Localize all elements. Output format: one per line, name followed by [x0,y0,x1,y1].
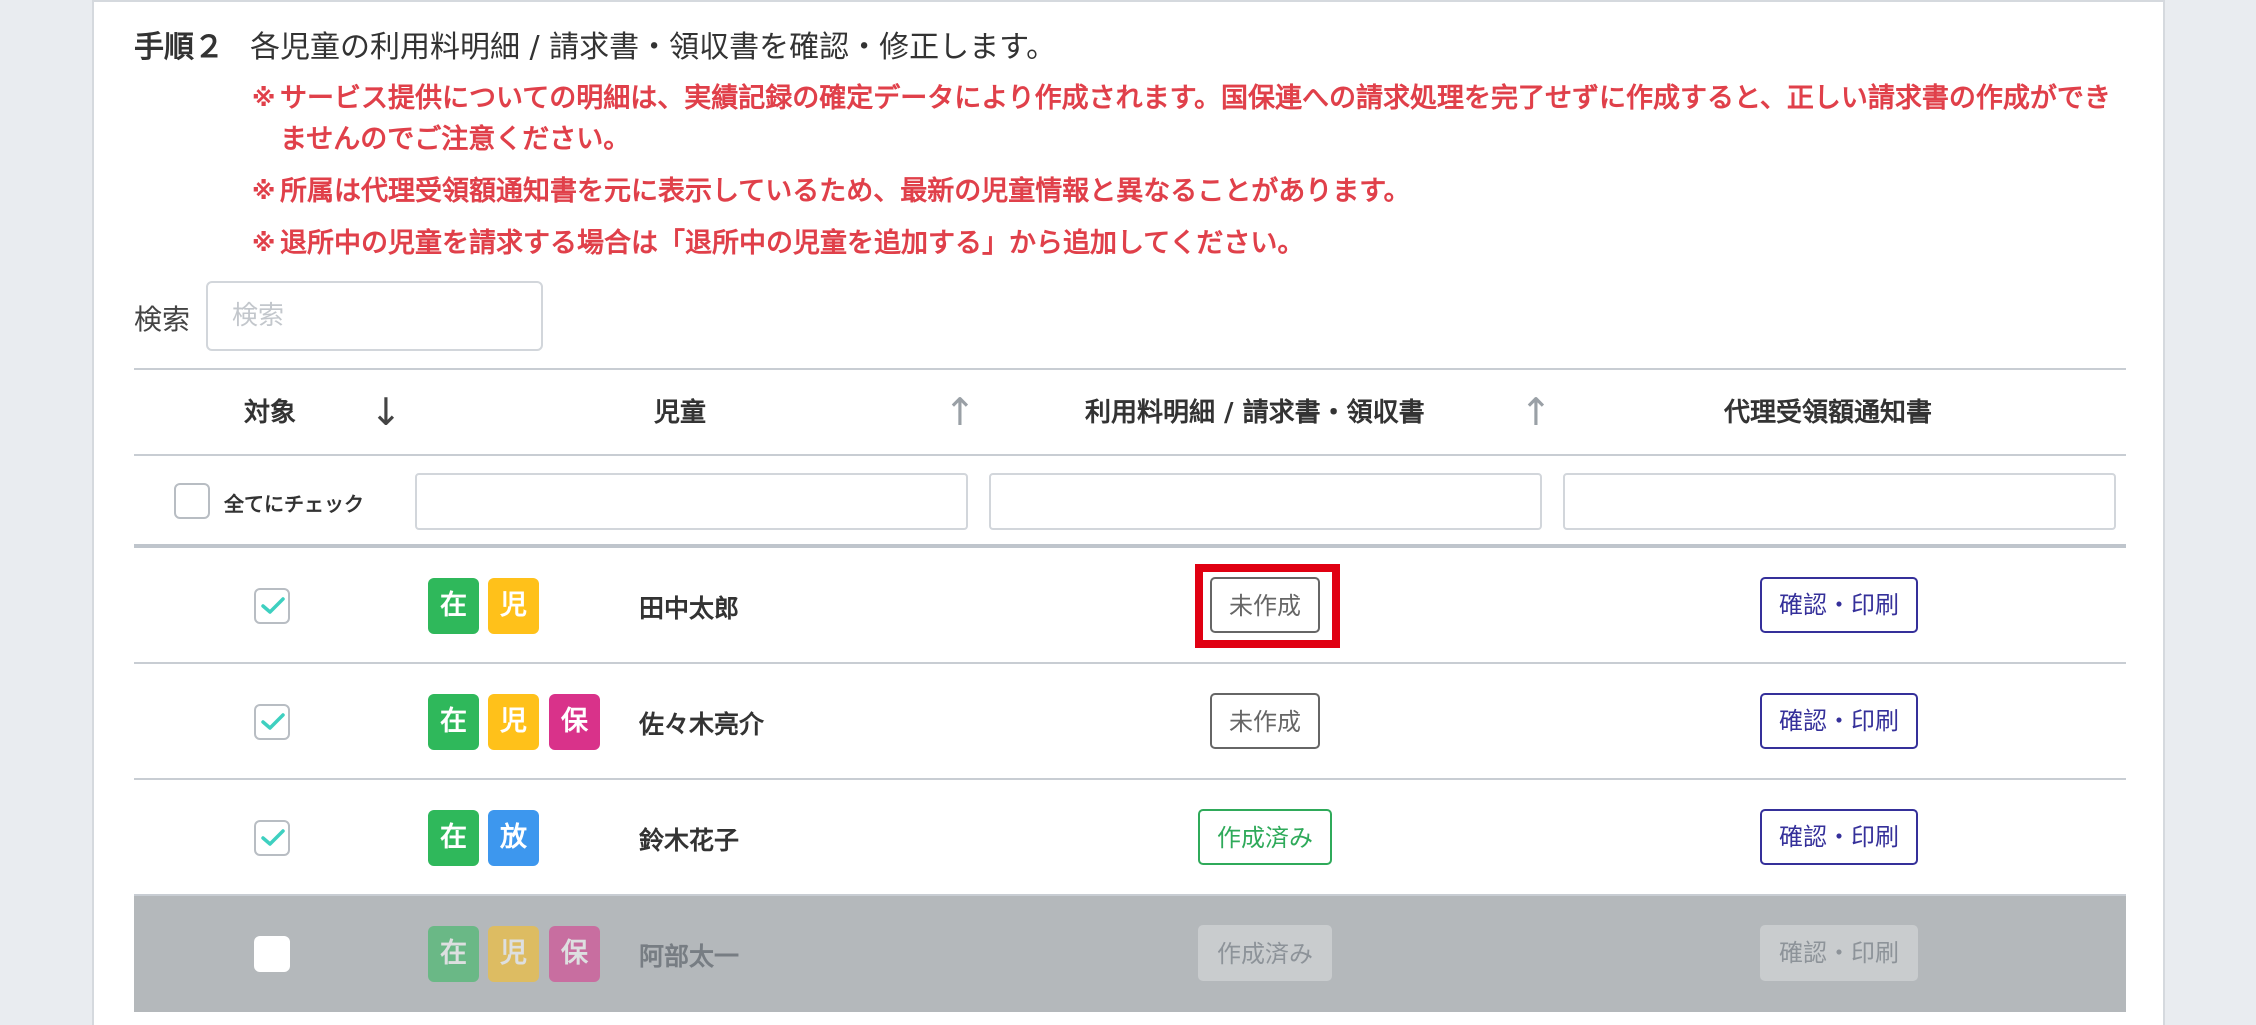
row-checkbox[interactable] [254,588,290,624]
badge-child: 児 [488,578,539,634]
confirm-print-button[interactable]: 確認・印刷 [1760,809,1918,865]
table-header: 対象 ↓ 児童 ↑ 利用料明細 / 請求書・領収書 ↑ 代理受領額通知書 [134,368,2126,456]
billing-panel: 手順２ 各児童の利用料明細 / 請求書・領収書を確認・修正します。 ※ サービス提… [92,0,2165,1025]
confirm-print-button[interactable]: 確認・印刷 [1760,577,1918,633]
badge-afterschool: 放 [488,810,539,866]
sort-down-icon[interactable]: ↓ [370,386,402,438]
child-name: 鈴木花子 [639,826,740,855]
statement-status-button: 作成済み [1198,925,1332,981]
note-mark: ※ [252,84,276,112]
table-row: 在 放 鈴木花子 作成済み 確認・印刷 [134,780,2126,896]
statement-status-button[interactable]: 作成済み [1198,809,1332,865]
header-target: 対象 [244,398,297,428]
table-row: 在 児 保 佐々木亮介 未作成 確認・印刷 [134,664,2126,780]
check-icon [261,713,285,730]
step-number: 手順２ [134,30,224,65]
header-notice: 代理受領額通知書 [1724,398,1933,428]
badge-enrolled: 在 [428,694,479,750]
note-item: ※ 退所中の児童を請求する場合は「退所中の児童を追加する」から追加してください。 [252,223,2122,264]
step-heading: 手順２ 各児童の利用料明細 / 請求書・領収書を確認・修正します。 [134,22,1056,66]
header-statement: 利用料明細 / 請求書・領収書 [1085,398,1425,428]
statement-filter-input[interactable] [989,473,1542,530]
badge-child: 児 [488,694,539,750]
step-description: 各児童の利用料明細 / 請求書・領収書を確認・修正します。 [250,30,1057,65]
search-label: 検索 [134,303,191,336]
row-checkbox[interactable] [254,936,290,972]
notice-filter-input[interactable] [1563,473,2116,530]
badge-nursery: 保 [549,926,600,982]
check-all-checkbox[interactable] [174,483,210,519]
note-item: ※ 所属は代理受領額通知書を元に表示しているため、最新の児童情報と異なることがあ… [252,171,2122,212]
check-icon [261,597,285,614]
check-icon [261,829,285,846]
sort-up-icon[interactable]: ↑ [944,386,976,438]
table-row: 在 児 田中太郎 未作成 確認・印刷 [134,548,2126,664]
search-input[interactable] [206,281,543,351]
badge-enrolled: 在 [428,926,479,982]
header-child: 児童 [654,398,707,428]
child-name: 田中太郎 [639,594,740,623]
child-name: 阿部太一 [639,942,740,971]
note-text: 退所中の児童を請求する場合は「退所中の児童を追加する」から追加してください。 [280,228,1305,259]
table-row: 在 児 保 阿部太一 作成済み 確認・印刷 [134,896,2126,1012]
badge-enrolled: 在 [428,810,479,866]
filter-row: 全てにチェック [134,456,2126,548]
note-item: ※ サービス提供についての明細は、実績記録の確定データにより作成されます。国保連… [252,78,2122,160]
note-mark: ※ [252,229,276,257]
child-name: 佐々木亮介 [639,710,765,739]
confirm-print-button[interactable]: 確認・印刷 [1760,693,1918,749]
children-table: 対象 ↓ 児童 ↑ 利用料明細 / 請求書・領収書 ↑ 代理受領額通知書 全てに… [134,368,2126,1012]
check-all-label: 全てにチェック [224,492,364,516]
row-checkbox[interactable] [254,820,290,856]
badge-child: 児 [488,926,539,982]
note-mark: ※ [252,177,276,205]
row-checkbox[interactable] [254,704,290,740]
notes-list: ※ サービス提供についての明細は、実績記録の確定データにより作成されます。国保連… [252,78,2122,275]
statement-status-button[interactable]: 未作成 [1210,577,1320,633]
sort-up-icon[interactable]: ↑ [1520,386,1552,438]
confirm-print-button: 確認・印刷 [1760,925,1918,981]
badge-nursery: 保 [549,694,600,750]
statement-status-button[interactable]: 未作成 [1210,693,1320,749]
note-text: サービス提供についての明細は、実績記録の確定データにより作成されます。国保連への… [280,83,2111,155]
child-filter-input[interactable] [415,473,968,530]
badge-enrolled: 在 [428,578,479,634]
note-text: 所属は代理受領額通知書を元に表示しているため、最新の児童情報と異なることがありま… [280,176,1411,207]
